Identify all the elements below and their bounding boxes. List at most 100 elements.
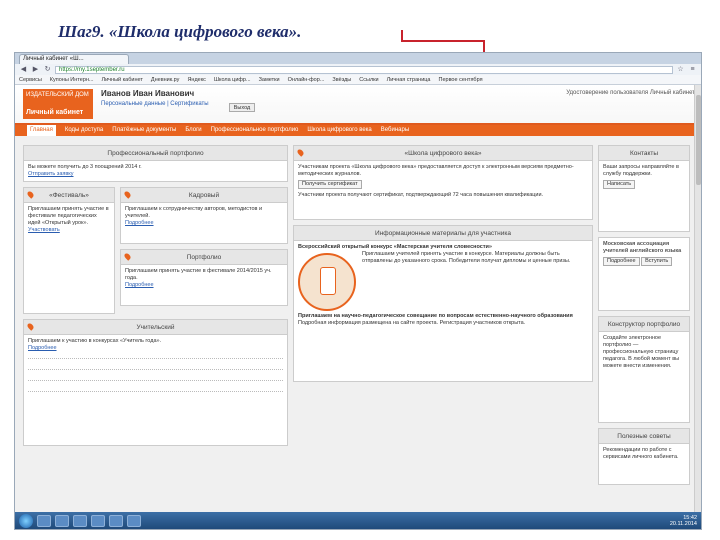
- card-title: «Школа цифрового века»: [294, 146, 592, 161]
- nav-item[interactable]: Профессиональное портфолио: [211, 125, 299, 136]
- card-link[interactable]: Подробнее: [125, 220, 154, 226]
- back-icon[interactable]: ◀: [19, 66, 28, 74]
- tips-card: Полезные советы Рекомендации по работе с…: [598, 428, 690, 485]
- more-button[interactable]: Подробнее: [603, 257, 640, 266]
- clock[interactable]: 15:42 20.11.2014: [670, 515, 697, 527]
- portfolio-card: Профессиональный портфолио Вы можете пол…: [23, 145, 288, 182]
- user-name: Иванов Иван Иванович: [101, 89, 195, 98]
- nav-item[interactable]: Блоги: [185, 125, 201, 136]
- bookmark-item[interactable]: Первое сентября: [439, 75, 483, 84]
- main-nav: Главная Коды доступа Платёжные документы Бл…: [15, 125, 701, 136]
- card-title: Профессиональный портфолио: [24, 146, 287, 161]
- callout-arrow-line: [401, 40, 485, 42]
- bookmark-item[interactable]: Сервисы: [19, 75, 42, 84]
- header-right-info: Удостоверение пользователя Личный кабине…: [566, 90, 695, 96]
- card-link[interactable]: Подробнее: [28, 345, 57, 351]
- card-text: Создайте электронное портфолио — професс…: [603, 335, 680, 369]
- cadre-card: Кадровый Приглашаем к сотрудничеству авт…: [120, 187, 288, 244]
- pedagog-card: Учительский Приглашаем к участию в конку…: [23, 319, 288, 446]
- card-link[interactable]: Участвовать: [28, 227, 60, 233]
- bookmark-item[interactable]: Школа цифр...: [214, 75, 251, 84]
- card-text: Приглашаем к участию в конкурсах «Учител…: [28, 338, 162, 344]
- taskbar: 15:42 20.11.2014: [15, 512, 701, 529]
- media-icon[interactable]: [73, 514, 87, 527]
- contacts-card: Контакты Ваши запросы направляйте в служ…: [598, 145, 690, 232]
- card-title: Кадровый: [121, 188, 287, 203]
- bookmarks-bar: Сервисы Купоны Интерн... Личный кабинет Дне…: [15, 75, 701, 85]
- constructor-card: Конструктор портфолио Создайте электронн…: [598, 316, 690, 423]
- date: 20.11.2014: [669, 520, 697, 527]
- card-title: Контакты: [599, 146, 689, 161]
- slide-title: Шаг9. «Школа цифрового века».: [58, 22, 302, 41]
- festival-card: «Фестиваль» Приглашаем принять участие в…: [23, 187, 115, 314]
- card-text: Рекомендации по работе с сервисами лично…: [603, 447, 679, 460]
- contest-badge-icon: [298, 253, 356, 311]
- nav-item[interactable]: Платёжные документы: [112, 125, 176, 136]
- chrome-icon[interactable]: [91, 514, 105, 527]
- bookmark-item[interactable]: Дневник.ру: [151, 75, 180, 84]
- web-page: ИЗДАТЕЛЬСКИЙ ДОМ Личный кабинет Иванов И…: [15, 85, 701, 512]
- bookmark-item[interactable]: Звёзды: [332, 75, 351, 84]
- card-text: Приглашаем принять участие в фестивале 2…: [125, 268, 272, 281]
- bookmark-item[interactable]: Личный кабинет: [102, 75, 143, 84]
- user-links[interactable]: Персональные данные | Сертификаты: [101, 101, 209, 107]
- reload-icon[interactable]: ↻: [43, 66, 52, 74]
- card-title: Учительский: [24, 320, 287, 335]
- ie-icon[interactable]: [37, 514, 51, 527]
- page-scrollbar[interactable]: [694, 85, 701, 512]
- browser-tab[interactable]: Личный кабинет «Ш...: [19, 54, 129, 64]
- announce-title[interactable]: Приглашаем на научно-педагогическое сове…: [298, 313, 588, 320]
- teacher-portfolio-card: Портфолио Приглашаем принять участие в ф…: [120, 249, 288, 306]
- card-link[interactable]: Отправить заявку: [28, 171, 74, 177]
- site-logo[interactable]: ИЗДАТЕЛЬСКИЙ ДОМ Личный кабинет: [23, 89, 93, 119]
- bookmark-item[interactable]: Яндекс: [187, 75, 206, 84]
- info-card: Информационные материалы для участника В…: [293, 225, 593, 382]
- forward-icon[interactable]: ▶: [31, 66, 40, 74]
- bookmark-item[interactable]: Заметки: [259, 75, 280, 84]
- school-digital-card: «Школа цифрового века» Участникам проект…: [293, 145, 593, 220]
- join-button[interactable]: Вступить: [641, 257, 673, 266]
- card-title: Конструктор портфолио: [599, 317, 689, 332]
- browser-window: Личный кабинет «Ш... ◀ ▶ ↻ https://my.1s…: [14, 52, 702, 530]
- card-text: Приглашаем к сотрудничеству авторов, мет…: [125, 206, 263, 219]
- logout-button[interactable]: Выход: [229, 103, 255, 112]
- center-column: «Школа цифрового века» Участникам проект…: [293, 145, 593, 387]
- folder-icon[interactable]: [55, 514, 69, 527]
- card-text: Приглашаем принять участие в фестивале п…: [28, 206, 109, 226]
- opera-icon[interactable]: [109, 514, 123, 527]
- card-text: Участникам проекта «Школа цифрового века…: [298, 164, 574, 177]
- bookmark-item[interactable]: Ссылки: [359, 75, 378, 84]
- tab-strip: Личный кабинет «Ш...: [15, 53, 701, 64]
- bookmark-item[interactable]: Личная страница: [387, 75, 431, 84]
- card-title: Московская ассоциация учителей английско…: [603, 241, 682, 254]
- card-title: Полезные советы: [599, 429, 689, 444]
- write-button[interactable]: Написать: [603, 180, 636, 189]
- nav-item[interactable]: Школа цифрового века: [307, 125, 371, 136]
- nav-item[interactable]: Вебинары: [381, 125, 409, 136]
- card-title: «Фестиваль»: [24, 188, 114, 203]
- card-link[interactable]: Подробнее: [125, 282, 154, 288]
- left-column: Профессиональный портфолио Вы можете пол…: [23, 145, 288, 451]
- start-icon[interactable]: [19, 513, 33, 528]
- pdf-icon[interactable]: [127, 514, 141, 527]
- logo-caption: ИЗДАТЕЛЬСКИЙ ДОМ: [26, 92, 89, 98]
- association-card: Московская ассоциация учителей английско…: [598, 237, 690, 311]
- card-text: Ваши запросы направляйте в службу поддер…: [603, 164, 679, 177]
- address-bar[interactable]: https://my.1september.ru: [55, 65, 673, 74]
- card-title: Портфолио: [121, 250, 287, 265]
- nav-item[interactable]: Коды доступа: [65, 125, 103, 136]
- card-text: Участники проекта получают сертификат, п…: [298, 192, 544, 198]
- site-header: ИЗДАТЕЛЬСКИЙ ДОМ Личный кабинет Иванов И…: [15, 85, 701, 125]
- card-text: Вы можете получить до 3 поощрений 2014 г…: [28, 164, 142, 170]
- star-icon[interactable]: ☆: [676, 66, 685, 74]
- nav-item[interactable]: Главная: [27, 125, 56, 136]
- bookmark-item[interactable]: Онлайн-фор...: [288, 75, 325, 84]
- bookmark-item[interactable]: Купоны Интерн...: [50, 75, 94, 84]
- toolbar: ◀ ▶ ↻ https://my.1september.ru ☆ ≡: [15, 64, 701, 75]
- menu-icon[interactable]: ≡: [688, 66, 697, 74]
- contest-title[interactable]: Всероссийский открытый конкурс «Мастерск…: [298, 244, 588, 251]
- certificate-button[interactable]: Получить сертификат: [298, 180, 362, 189]
- card-title: Информационные материалы для участника: [294, 226, 592, 241]
- right-column: Контакты Ваши запросы направляйте в служ…: [598, 145, 690, 490]
- logo-name: Личный кабинет: [26, 109, 84, 116]
